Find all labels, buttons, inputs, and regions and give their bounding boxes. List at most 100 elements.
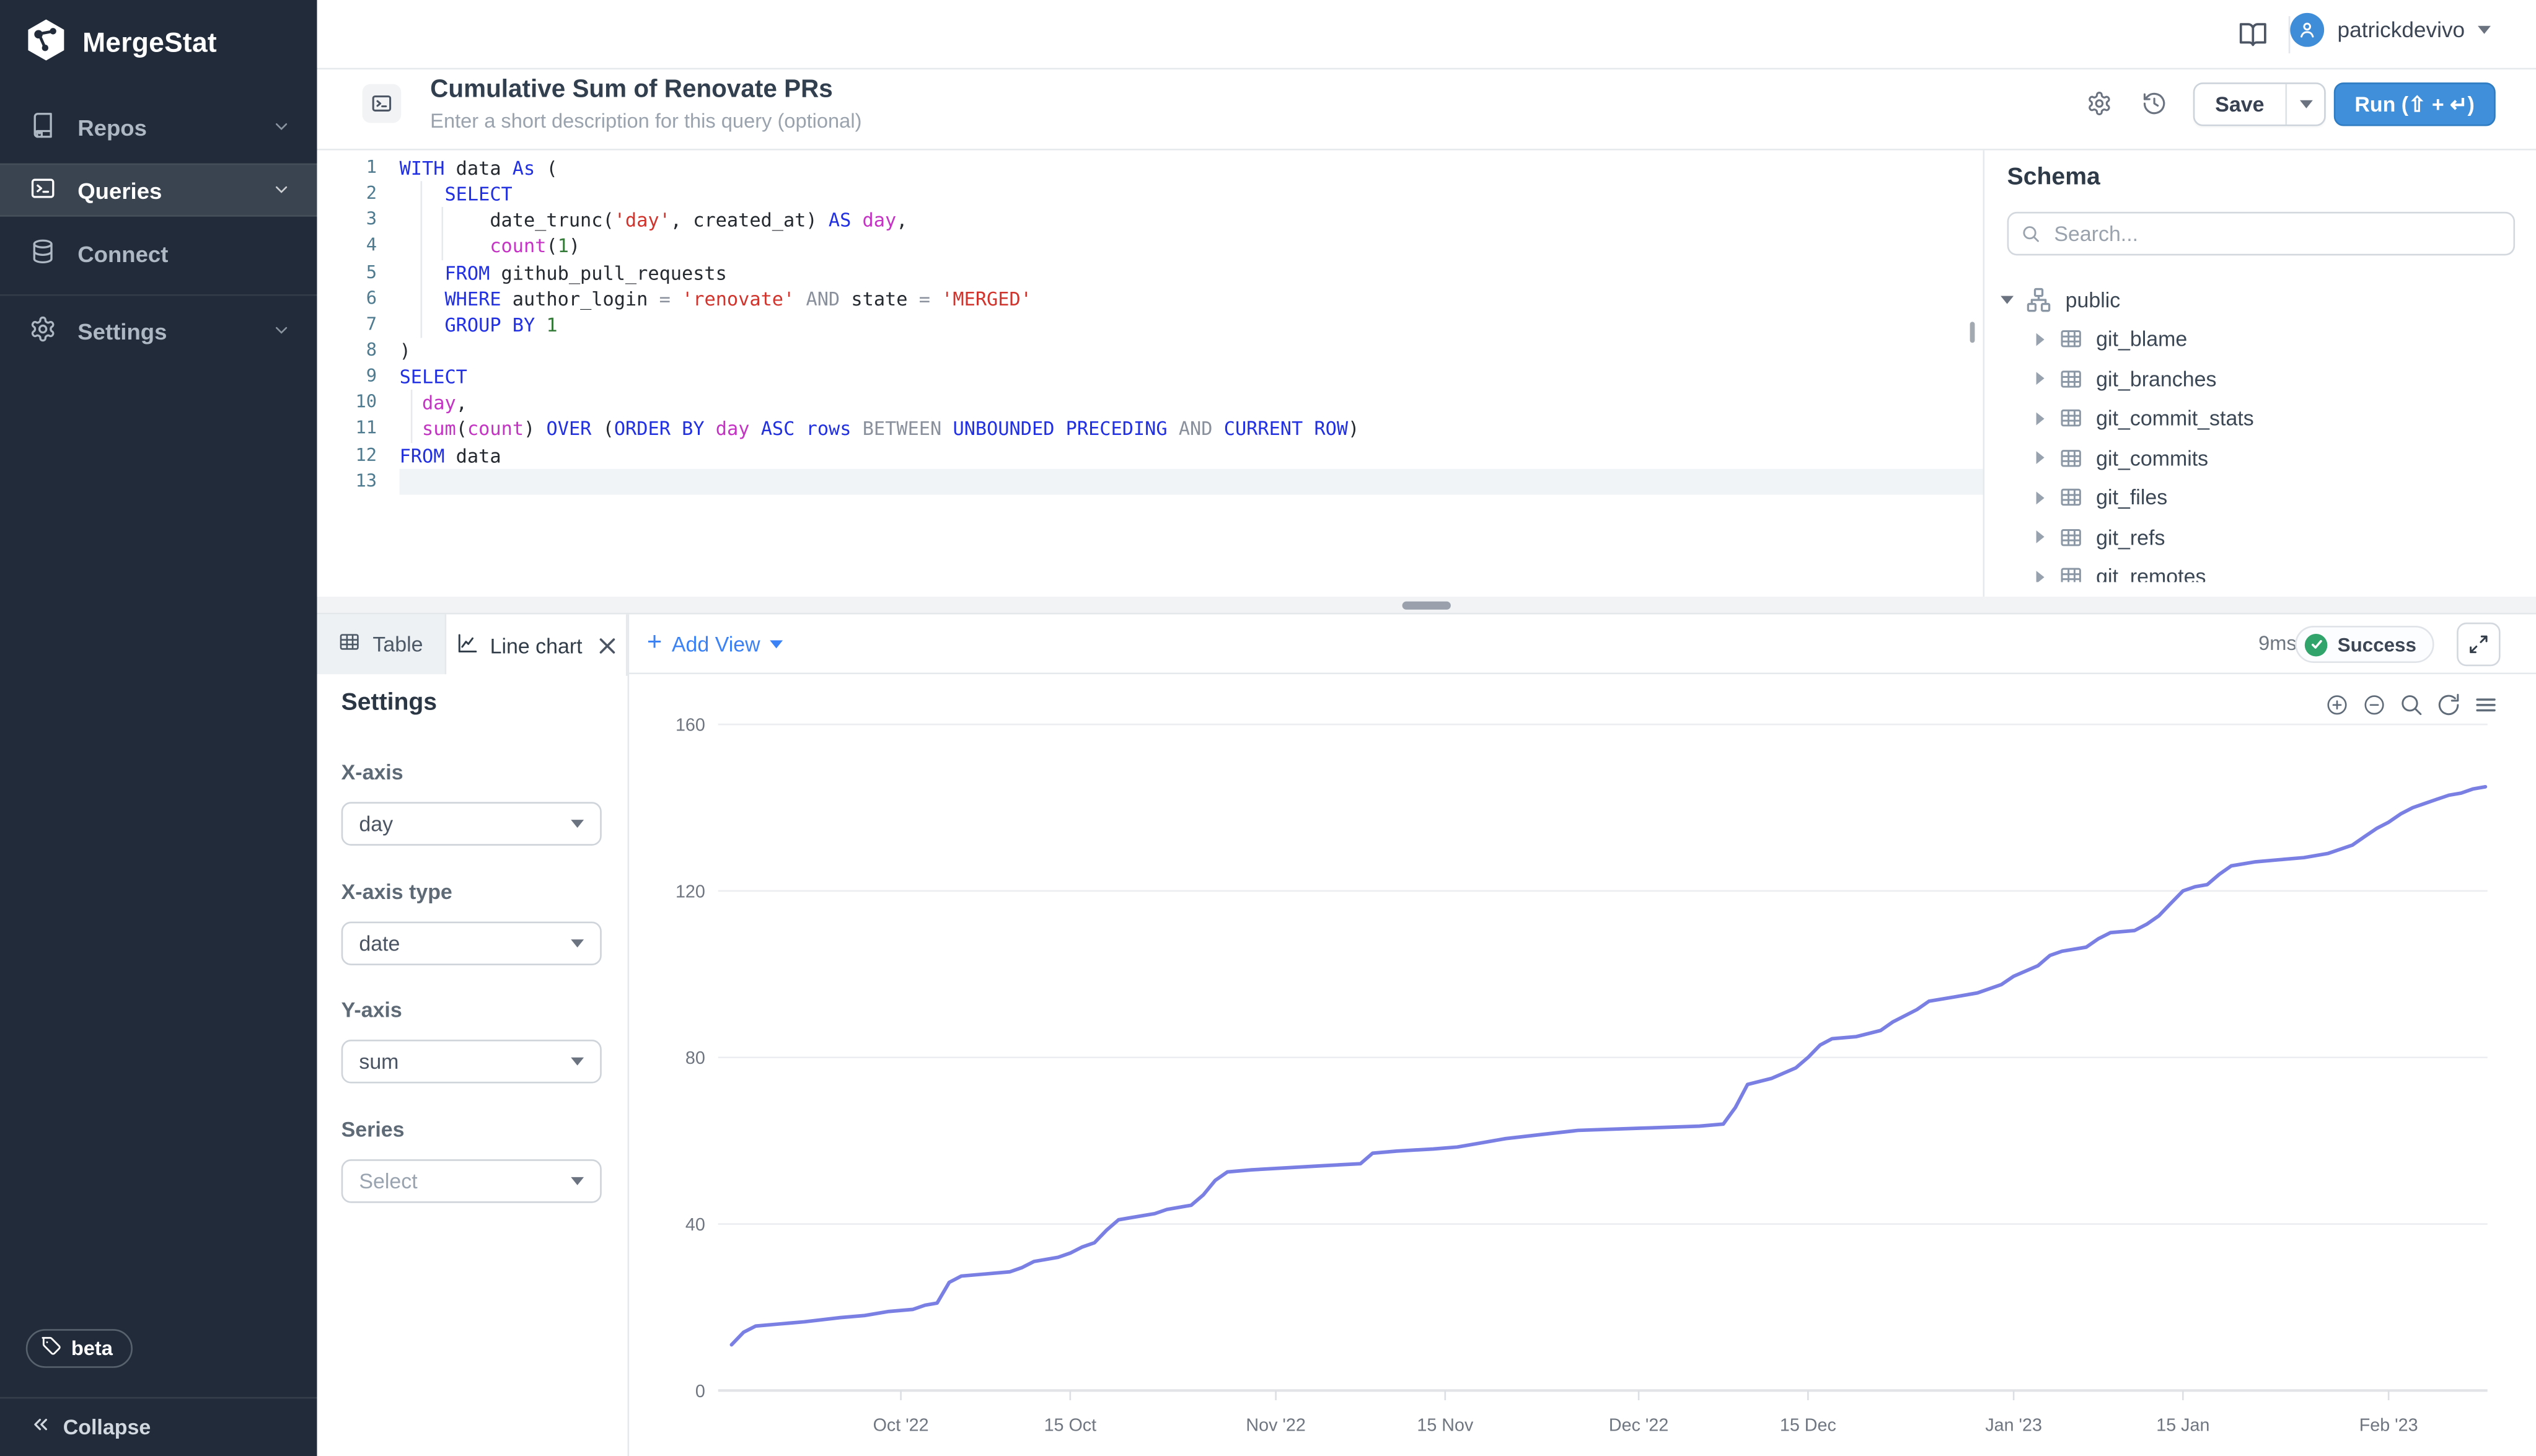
sidebar-item-label: Settings: [77, 318, 271, 344]
series-line: [731, 787, 2485, 1345]
code-line[interactable]: 1WITH data As (: [317, 156, 1983, 182]
settings-chart-divider: [628, 615, 630, 1456]
y-tick-label: 0: [695, 1382, 705, 1401]
chevron-down-icon: [2478, 26, 2491, 34]
code-text: FROM data: [400, 442, 1983, 468]
collapse-label: Collapse: [63, 1415, 151, 1439]
docs-book-icon[interactable]: [2239, 19, 2268, 56]
avatar: [2291, 13, 2325, 47]
x-axis-type-label: X-axis type: [341, 880, 452, 904]
schema-table-label: git_refs: [2096, 525, 2165, 550]
resize-drag-handle[interactable]: [1402, 602, 1451, 610]
save-dropdown-button[interactable]: [2286, 84, 2325, 125]
username: patrickdevivo: [2338, 18, 2465, 42]
query-description-input[interactable]: Enter a short description for this query…: [430, 110, 861, 133]
sidebar-item-connect[interactable]: Connect: [0, 227, 317, 281]
close-tab-icon[interactable]: [599, 636, 617, 654]
menu-icon[interactable]: [2473, 692, 2499, 718]
run-button[interactable]: Run (⇧ + ↵): [2333, 82, 2495, 126]
query-settings-gear-icon[interactable]: [2087, 90, 2113, 125]
beta-label: beta: [71, 1337, 113, 1360]
table-icon: [339, 631, 362, 658]
collapse-button[interactable]: Collapse: [0, 1397, 317, 1456]
chevron-down-icon: [2001, 296, 2014, 304]
fullscreen-expand-button[interactable]: [2457, 623, 2500, 666]
y-axis-select[interactable]: sum: [341, 1040, 602, 1083]
code-line[interactable]: 2 SELECT: [317, 182, 1983, 208]
brand-name: MergeStat: [82, 27, 217, 59]
terminal-icon: [29, 174, 56, 206]
sidebar-item-queries[interactable]: Queries: [0, 164, 317, 217]
zoom-out-icon[interactable]: [2361, 692, 2387, 718]
tab-line-chart[interactable]: Line chart: [446, 615, 627, 676]
x-tick-label: Jan '23: [1985, 1416, 2042, 1436]
code-text: WITH data As (: [400, 156, 1983, 182]
code-line[interactable]: 8): [317, 338, 1983, 364]
sidebar-item-settings[interactable]: Settings: [0, 305, 317, 358]
brand[interactable]: MergeStat: [24, 18, 217, 70]
code-text: sum(count) OVER (ORDER BY day ASC rows B…: [400, 416, 1983, 442]
code-line[interactable]: 3 date_trunc('day', created_at) AS day,: [317, 208, 1983, 234]
sql-editor[interactable]: 1WITH data As (2 SELECT3 date_trunc('day…: [317, 151, 1983, 597]
code-line[interactable]: 13: [317, 468, 1983, 494]
schema-node-public[interactable]: public: [1984, 279, 2536, 319]
x-axis-type-select[interactable]: date: [341, 922, 602, 965]
table-icon: [2059, 327, 2083, 351]
editor-scrollbar[interactable]: [1970, 322, 1975, 343]
y-tick-label: 40: [685, 1215, 705, 1235]
indent-guide: [411, 390, 413, 442]
series-label: Series: [341, 1117, 405, 1141]
schema-search-input[interactable]: [2007, 212, 2515, 255]
code-text: date_trunc('day', created_at) AS day,: [400, 208, 1983, 234]
code-line[interactable]: 5 FROM github_pull_requests: [317, 260, 1983, 286]
restore-icon[interactable]: [2436, 692, 2462, 718]
select-value: date: [359, 931, 400, 955]
schema-table-row[interactable]: git_blame: [1984, 319, 2536, 359]
mergestat-logo-icon: [24, 18, 68, 70]
y-axis-label: Y-axis: [341, 998, 402, 1022]
line-chart-icon: [456, 631, 479, 659]
save-button[interactable]: Save: [2193, 82, 2326, 126]
zoom-select-icon[interactable]: [2398, 692, 2424, 718]
code-line[interactable]: 9SELECT: [317, 364, 1983, 390]
schema-table-label: git_commit_stats: [2096, 406, 2254, 431]
x-tick-label: Oct '22: [873, 1416, 929, 1436]
run-label: Run (⇧ + ↵): [2354, 91, 2474, 117]
code-line[interactable]: 4 count(1): [317, 234, 1983, 260]
zoom-in-icon[interactable]: [2324, 692, 2350, 718]
x-tick-label: Dec '22: [1609, 1416, 1668, 1436]
tab-table[interactable]: Table: [317, 615, 447, 675]
schema-table-row[interactable]: git_commit_stats: [1984, 398, 2536, 438]
history-icon[interactable]: [2141, 90, 2167, 125]
table-icon: [2059, 367, 2083, 391]
line-number: 1: [317, 156, 400, 182]
code-line[interactable]: 6 WHERE author_login = 'renovate' AND st…: [317, 286, 1983, 312]
chevron-down-icon: [770, 640, 783, 648]
line-number: 13: [317, 468, 400, 494]
line-number: 3: [317, 208, 400, 234]
schema-table-row[interactable]: git_remotes: [1984, 557, 2536, 582]
schema-table-row[interactable]: git_files: [1984, 478, 2536, 517]
series-select[interactable]: Select: [341, 1159, 602, 1203]
chart-area: 04080120160Oct '2215 OctNov '2215 NovDec…: [628, 674, 2536, 1456]
code-line[interactable]: 12FROM data: [317, 442, 1983, 468]
x-axis-select[interactable]: day: [341, 802, 602, 845]
schema-table-label: git_blame: [2096, 327, 2187, 351]
code-line[interactable]: 7 GROUP BY 1: [317, 312, 1983, 338]
code-line[interactable]: 11 sum(count) OVER (ORDER BY day ASC row…: [317, 416, 1983, 442]
schema-table-row[interactable]: git_commits: [1984, 438, 2536, 478]
code-text: WHERE author_login = 'renovate' AND stat…: [400, 286, 1983, 312]
schema-table-row[interactable]: git_branches: [1984, 359, 2536, 398]
query-title-input[interactable]: Cumulative Sum of Renovate PRs: [430, 76, 833, 105]
add-view-button[interactable]: + Add View: [647, 615, 783, 675]
schema-table-row[interactable]: git_refs: [1984, 517, 2536, 557]
x-tick-label: 15 Nov: [1417, 1416, 1474, 1436]
user-menu[interactable]: patrickdevivo: [2291, 13, 2491, 47]
sidebar-item-repos[interactable]: Repos: [0, 101, 317, 154]
code-text: ): [400, 338, 1983, 364]
sidebar: MergeStat Repos Queries Connect Settings…: [0, 0, 317, 1456]
table-icon: [2059, 525, 2083, 550]
code-line[interactable]: 10 day,: [317, 390, 1983, 416]
schema-heading: Schema: [2007, 164, 2100, 191]
sidebar-item-label: Repos: [77, 115, 271, 141]
